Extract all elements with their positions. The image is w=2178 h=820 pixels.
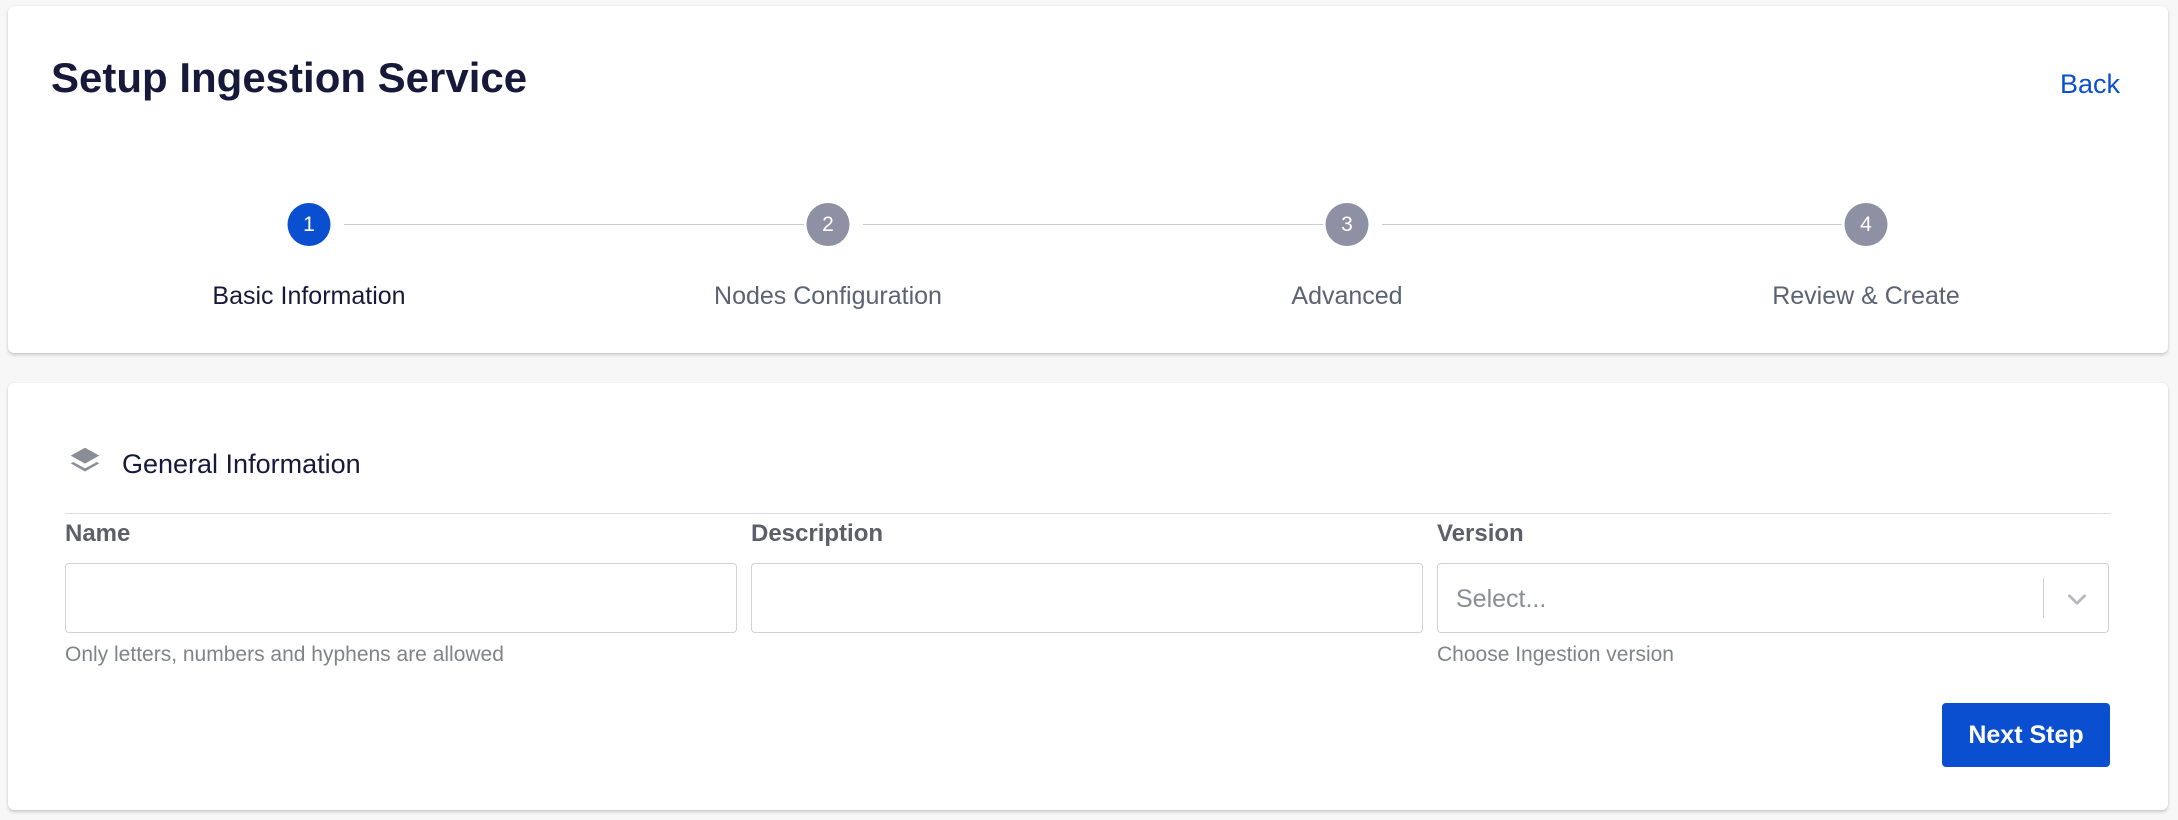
version-helper-text: Choose Ingestion version — [1437, 643, 1674, 666]
description-label: Description — [751, 520, 884, 547]
step-1-indicator[interactable]: 1 — [287, 203, 331, 246]
page-title: Setup Ingestion Service — [51, 54, 528, 101]
name-label: Name — [65, 520, 131, 547]
stepper-connector — [863, 224, 1323, 225]
version-select[interactable]: Select... — [1437, 563, 2109, 633]
step-4-indicator[interactable]: 4 — [1844, 203, 1888, 246]
chevron-down-icon[interactable] — [2064, 586, 2090, 612]
back-link[interactable]: Back — [2060, 69, 2120, 100]
stepper-connector — [1382, 224, 1842, 225]
section-header: General Information — [66, 443, 361, 486]
stepper-connector — [344, 224, 804, 225]
version-label: Version — [1437, 520, 1524, 547]
version-select-placeholder: Select... — [1456, 585, 1547, 613]
section-title: General Information — [122, 449, 361, 479]
step-3-indicator[interactable]: 3 — [1325, 203, 1369, 246]
select-separator — [2043, 578, 2044, 618]
step-3-label[interactable]: Advanced — [1147, 282, 1547, 311]
step-2-label[interactable]: Nodes Configuration — [628, 282, 1028, 311]
name-helper-text: Only letters, numbers and hyphens are al… — [65, 643, 504, 666]
section-divider — [65, 513, 2111, 514]
step-1-label[interactable]: Basic Information — [109, 282, 509, 311]
description-input[interactable] — [751, 563, 1423, 633]
name-input[interactable] — [65, 563, 737, 633]
setup-header-card: Setup Ingestion Service Back 1 2 3 4 Bas… — [8, 6, 2168, 353]
step-4-label[interactable]: Review & Create — [1666, 282, 2066, 311]
step-2-indicator[interactable]: 2 — [806, 203, 850, 246]
next-step-button[interactable]: Next Step — [1942, 703, 2110, 767]
general-information-card: General Information Name Only letters, n… — [8, 383, 2168, 810]
layers-icon — [66, 443, 104, 486]
